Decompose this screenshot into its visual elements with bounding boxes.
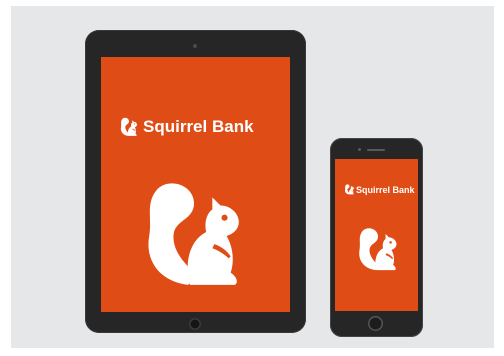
brand-name: Squirrel Bank xyxy=(356,184,415,195)
tablet-device: Squirrel Bank xyxy=(85,30,306,333)
squirrel-icon xyxy=(344,184,355,195)
phone-camera xyxy=(358,148,361,151)
phone-device: Squirrel Bank xyxy=(330,138,423,337)
tablet-screen: Squirrel Bank xyxy=(101,57,290,312)
tablet-brand-logo: Squirrel Bank xyxy=(119,117,254,137)
phone-speaker xyxy=(367,149,385,151)
squirrel-icon xyxy=(357,226,399,273)
brand-name: Squirrel Bank xyxy=(143,117,254,136)
phone-screen: Squirrel Bank xyxy=(335,159,418,311)
phone-home-button[interactable] xyxy=(368,316,383,331)
phone-brand-logo: Squirrel Bank xyxy=(344,184,415,195)
tablet-camera xyxy=(193,44,197,48)
tablet-home-button[interactable] xyxy=(189,318,201,330)
squirrel-icon xyxy=(143,179,245,291)
squirrel-icon xyxy=(119,117,139,137)
